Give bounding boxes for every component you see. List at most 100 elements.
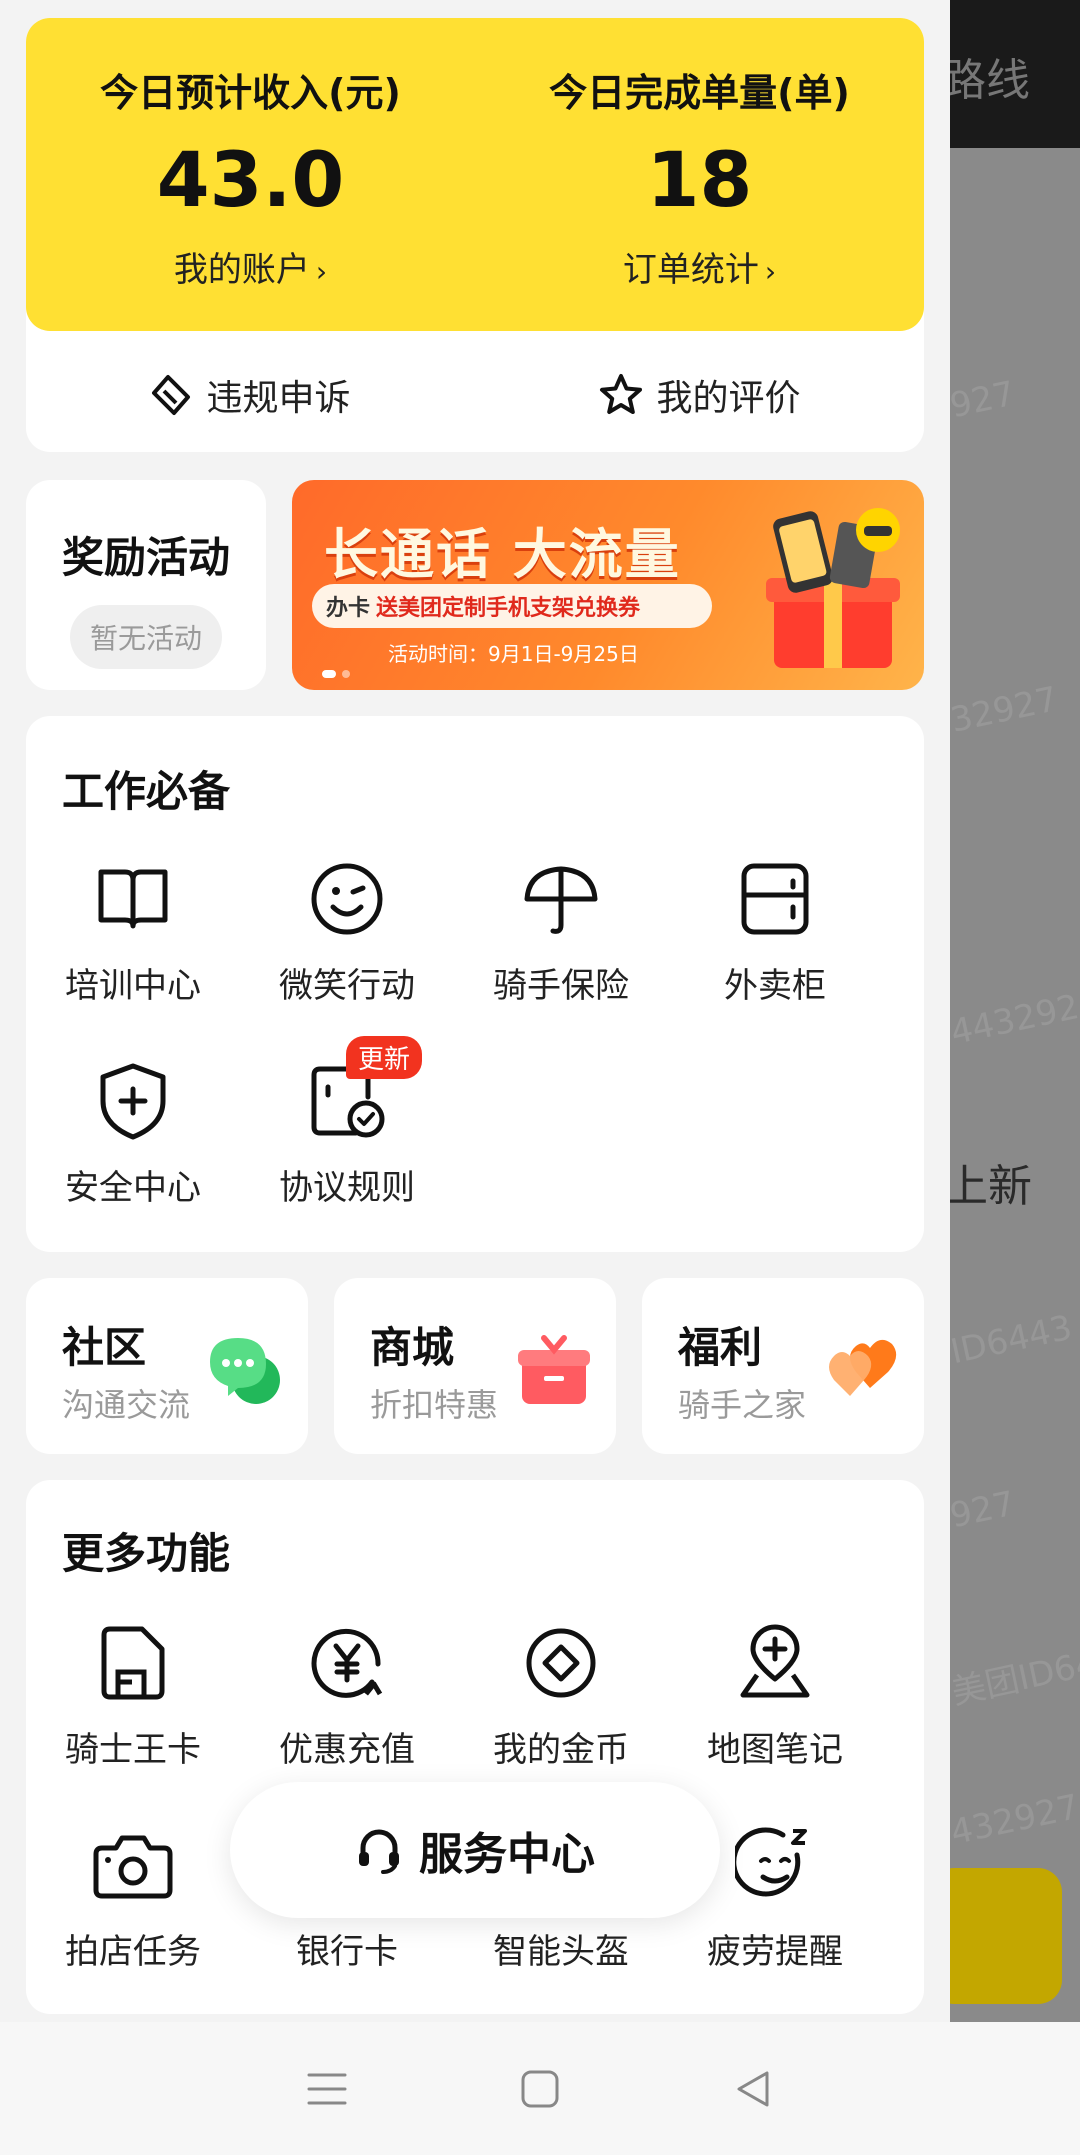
grid-item-smile-action[interactable]: 微笑行动	[240, 854, 454, 1007]
background-header-text: 路线	[950, 55, 1030, 106]
community-card[interactable]: 社区 沟通交流	[26, 1278, 308, 1454]
menu-button[interactable]	[287, 2049, 367, 2129]
earnings-summary: 今日预计收入(元) 43.0 我的账户 › 今日完成单量(单) 18 订单统计 ›	[26, 18, 924, 331]
community-title: 社区	[62, 1323, 147, 1372]
grid-item-knight-card[interactable]: 骑士王卡	[26, 1618, 240, 1771]
watermark: 927	[950, 1483, 1019, 1537]
home-button[interactable]	[500, 2049, 580, 2129]
umbrella-icon	[516, 854, 606, 944]
appeal-button[interactable]: 违规申诉	[26, 340, 475, 450]
chat-bubbles-icon	[210, 1338, 280, 1404]
welfare-card[interactable]: 福利 骑手之家	[642, 1278, 924, 1454]
grid-item-label: 骑士王卡	[65, 1730, 201, 1770]
grid-item-label: 培训中心	[65, 966, 201, 1006]
appeal-icon	[152, 375, 191, 415]
more-features-section: 更多功能 骑士王卡 优惠充值 我的金币 地图笔记 拍店任务 银行卡 智能头盔 疲…	[26, 1480, 924, 2014]
headset-icon	[359, 1829, 399, 1874]
grid-item-label: 协议规则	[279, 1168, 415, 1208]
grid-item-rider-insurance[interactable]: 骑手保险	[454, 854, 668, 1007]
banner-dot-active	[322, 670, 336, 678]
sleepy-face-icon	[730, 1820, 820, 1910]
grid-item-agreement-rules[interactable]: 更新 协议规则	[240, 1036, 454, 1209]
book-icon	[88, 854, 178, 944]
banner-pagination	[322, 670, 350, 678]
my-rating-button[interactable]: 我的评价	[475, 340, 924, 450]
grid-item-label: 我的金币	[493, 1730, 629, 1770]
yuan-coin-icon	[302, 1618, 392, 1708]
watermark: ID6443	[950, 1307, 1076, 1373]
grid-item-label: 智能头盔	[493, 1932, 629, 1972]
section-title: 工作必备	[62, 767, 231, 816]
locker-icon	[730, 854, 820, 944]
grid-item-shop-photo-task[interactable]: 拍店任务	[26, 1820, 240, 1973]
service-center-label: 服务中心	[419, 1829, 595, 1880]
grid-item-label: 疲劳提醒	[707, 1932, 843, 1972]
grid-item-discount-recharge[interactable]: 优惠充值	[240, 1618, 454, 1771]
welfare-title: 福利	[678, 1323, 763, 1372]
grid-item-label: 微笑行动	[279, 966, 415, 1006]
grid-item-my-coins[interactable]: 我的金币	[454, 1618, 668, 1771]
banner-subtitle-pill: 办卡 送美团定制手机支架兑换券	[312, 584, 712, 628]
order-stats-link[interactable]: 订单统计 ›	[475, 242, 924, 291]
grid-item-label: 外卖柜	[724, 966, 826, 1006]
mall-subtitle: 折扣特惠	[370, 1386, 499, 1424]
grid-item-training-center[interactable]: 培训中心	[26, 854, 240, 1007]
coin-icon	[516, 1618, 606, 1708]
promo-banner[interactable]: 长通话 大流量 办卡 送美团定制手机支架兑换券 活动时间：9月1日-9月25日	[292, 480, 924, 690]
hearts-icon	[829, 1339, 897, 1396]
background-header: 路线	[950, 0, 1080, 148]
my-account-label: 我的账户	[173, 250, 310, 290]
back-triangle-icon	[737, 2071, 769, 2106]
banner-title: 长通话 大流量	[324, 523, 681, 586]
grid-item-label: 地图笔记	[707, 1730, 843, 1770]
gift-phone-illustration	[766, 508, 900, 668]
my-rating-label: 我的评价	[656, 378, 801, 419]
orders-label: 今日完成单量(单)	[549, 71, 850, 115]
grid-item-safety-center[interactable]: 安全中心	[26, 1056, 240, 1209]
rewards-title: 奖励活动	[61, 533, 230, 582]
service-center-button[interactable]: 服务中心	[230, 1782, 720, 1918]
grid-item-label: 优惠充值	[279, 1730, 415, 1770]
income-block: 今日预计收入(元) 43.0 我的账户 ›	[26, 62, 475, 291]
rewards-card[interactable]: 奖励活动 暂无活动	[26, 480, 266, 690]
rewards-status: 暂无活动	[69, 605, 222, 669]
sim-card-icon	[88, 1618, 178, 1708]
background-action-button	[950, 1868, 1062, 2004]
appeal-label: 违规申诉	[206, 378, 351, 419]
watermark: 443292	[950, 986, 1080, 1054]
star-icon	[600, 374, 643, 414]
side-drawer: 今日预计收入(元) 43.0 我的账户 › 今日完成单量(单) 18 订单统计 › …	[0, 0, 950, 2022]
gift-box-icon	[518, 1335, 590, 1404]
home-square-icon	[521, 2070, 559, 2107]
banner-date: 活动时间：9月1日-9月25日	[388, 642, 639, 666]
section-title: 更多功能	[62, 1529, 231, 1578]
grid-item-food-locker[interactable]: 外卖柜	[668, 854, 882, 1007]
banner-tag: 办卡	[326, 596, 371, 621]
watermark: 927	[950, 373, 1019, 427]
shield-plus-icon	[88, 1056, 178, 1146]
community-subtitle: 沟通交流	[62, 1386, 191, 1424]
system-navigation-bar	[0, 2022, 1080, 2155]
orders-value: 18	[646, 135, 753, 224]
grid-item-label: 银行卡	[296, 1932, 398, 1972]
mall-card[interactable]: 商城 折扣特惠	[334, 1278, 616, 1454]
back-button[interactable]	[713, 2049, 793, 2129]
menu-icon	[307, 2073, 347, 2104]
chevron-right-icon: ›	[764, 255, 777, 288]
document-check-icon: 更新	[302, 1036, 423, 1146]
watermark: 美团ID64	[950, 1643, 1080, 1713]
camera-icon	[88, 1820, 178, 1910]
background-mid-text: 上新	[950, 1161, 1032, 1212]
order-stats-label: 订单统计	[622, 250, 759, 290]
mall-title: 商城	[370, 1323, 455, 1372]
chevron-right-icon: ›	[315, 255, 328, 288]
banner-subtitle: 送美团定制手机支架兑换券	[376, 596, 641, 621]
income-label: 今日预计收入(元)	[100, 71, 401, 115]
grid-item-map-notes[interactable]: 地图笔记	[668, 1618, 882, 1771]
my-account-link[interactable]: 我的账户 ›	[26, 242, 475, 291]
update-badge: 更新	[346, 1036, 423, 1079]
background-page-overlay[interactable]: 路线 927 32927 443292 上新 ID6443 927 美团ID64…	[950, 0, 1080, 2022]
orders-block: 今日完成单量(单) 18 订单统计 ›	[475, 62, 924, 291]
watermark: 32927	[950, 679, 1062, 741]
map-pin-plus-icon	[730, 1618, 820, 1708]
